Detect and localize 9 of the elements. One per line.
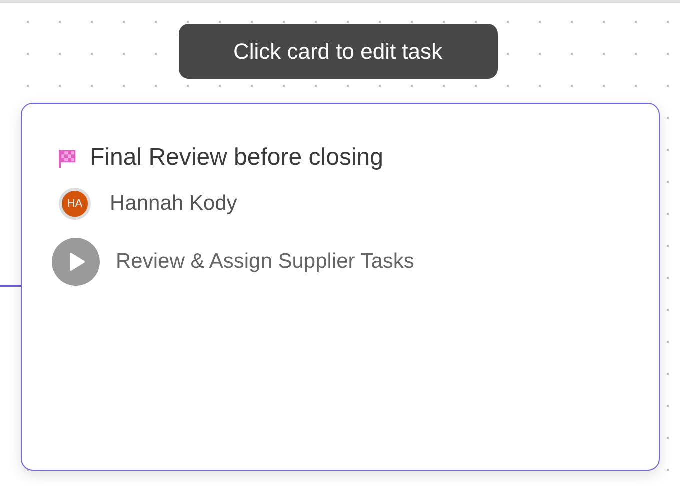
- play-icon[interactable]: [52, 238, 100, 286]
- task-card[interactable]: Final Review before closing HA Hannah Kody Review & Assign Supplier Tasks: [21, 103, 660, 471]
- workflow-step: Review & Assign Supplier Tasks: [116, 250, 414, 274]
- avatar: HA: [59, 188, 91, 220]
- checkered-flag-icon: [56, 147, 78, 169]
- connector-line: [0, 285, 21, 286]
- assignee-name: Hannah Kody: [110, 192, 238, 216]
- tooltip: Click card to edit task: [178, 24, 498, 79]
- task-title: Final Review before closing: [90, 144, 384, 172]
